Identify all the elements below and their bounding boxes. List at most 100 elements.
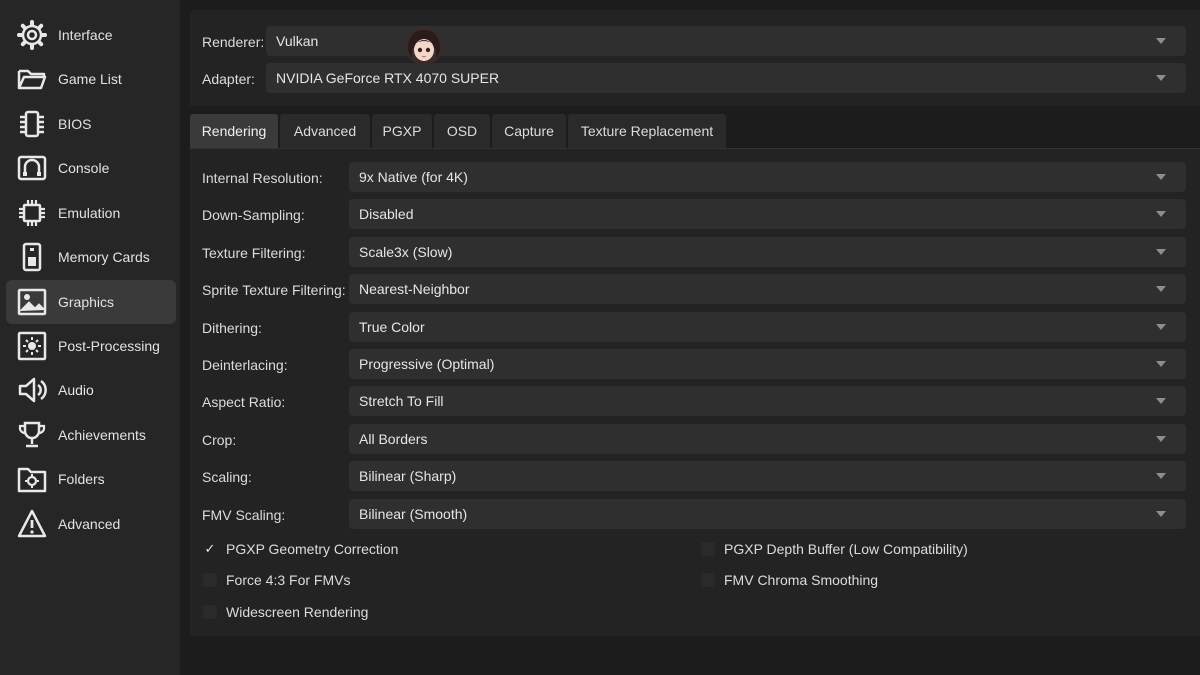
- sidebar-item-label: Emulation: [58, 205, 121, 221]
- tab-advanced[interactable]: Advanced: [280, 114, 370, 148]
- adapter-label: Adapter:: [202, 71, 255, 87]
- folder-gear-icon: [14, 461, 50, 497]
- scaling-value: Bilinear (Sharp): [359, 468, 457, 484]
- checkbox-label: FMV Chroma Smoothing: [724, 572, 879, 588]
- chip-icon: [14, 106, 50, 142]
- image-icon: [14, 284, 50, 320]
- aspect-ratio-select[interactable]: Stretch To Fill: [349, 386, 1186, 416]
- dithering-select[interactable]: True Color: [349, 312, 1186, 342]
- cpu-icon: [14, 195, 50, 231]
- sidebar-item-label: Interface: [58, 27, 113, 43]
- widescreen-rendering-checkbox[interactable]: Widescreen Rendering: [203, 604, 368, 620]
- sidebar-item-label: BIOS: [58, 116, 92, 132]
- sprite-texture-filtering-value: Nearest-Neighbor: [359, 281, 470, 297]
- sidebar-item-label: Graphics: [58, 294, 115, 310]
- crop-value: All Borders: [359, 431, 428, 447]
- deinterlacing-select[interactable]: Progressive (Optimal): [349, 349, 1186, 379]
- anime-avatar-icon: [402, 24, 446, 68]
- tab-pgxp[interactable]: PGXP: [372, 114, 432, 148]
- console-icon: [14, 150, 50, 186]
- sidebar-item-bios[interactable]: BIOS: [6, 102, 176, 146]
- settings-window: Interface Game List BIOS Console Emulati…: [0, 0, 1200, 675]
- chevron-down-icon: [1156, 38, 1166, 44]
- pgxp-geometry-correction-checkbox[interactable]: ✓ PGXP Geometry Correction: [203, 541, 399, 557]
- fmv-scaling-value: Bilinear (Smooth): [359, 506, 468, 522]
- sidebar-item-advanced[interactable]: Advanced: [6, 502, 176, 546]
- sidebar-item-label: Audio: [58, 382, 94, 398]
- sidebar: Interface Game List BIOS Console Emulati…: [0, 0, 180, 675]
- renderer-value: Vulkan: [276, 33, 319, 49]
- memory-card-icon: [14, 239, 50, 275]
- folder-open-icon: [14, 61, 50, 97]
- tab-rendering[interactable]: Rendering: [190, 114, 278, 148]
- checkbox-label: PGXP Geometry Correction: [226, 541, 399, 557]
- checkbox-box: [701, 542, 715, 556]
- dithering-label: Dithering:: [202, 320, 262, 336]
- warning-icon: [14, 506, 50, 542]
- renderer-label: Renderer:: [202, 34, 265, 50]
- rendering-settings-panel: Internal Resolution: 9x Native (for 4K) …: [190, 148, 1200, 636]
- chevron-down-icon: [1156, 286, 1166, 292]
- fmv-chroma-smoothing-checkbox[interactable]: FMV Chroma Smoothing: [701, 572, 878, 588]
- force-4-3-fmvs-checkbox[interactable]: Force 4:3 For FMVs: [203, 572, 350, 588]
- tab-texture-replacement[interactable]: Texture Replacement: [568, 114, 726, 148]
- crop-select[interactable]: All Borders: [349, 424, 1186, 454]
- chevron-down-icon: [1156, 398, 1166, 404]
- texture-filtering-select[interactable]: Scale3x (Slow): [349, 237, 1186, 267]
- dithering-value: True Color: [359, 319, 425, 335]
- aspect-ratio-value: Stretch To Fill: [359, 393, 444, 409]
- chevron-down-icon: [1156, 473, 1166, 479]
- scaling-select[interactable]: Bilinear (Sharp): [349, 461, 1186, 491]
- aspect-ratio-label: Aspect Ratio:: [202, 394, 286, 410]
- chevron-down-icon: [1156, 174, 1166, 180]
- internal-resolution-select[interactable]: 9x Native (for 4K): [349, 162, 1186, 192]
- sidebar-item-console[interactable]: Console: [6, 146, 176, 190]
- sidebar-item-emulation[interactable]: Emulation: [6, 191, 176, 235]
- speaker-icon: [14, 372, 50, 408]
- adapter-select[interactable]: NVIDIA GeForce RTX 4070 SUPER: [266, 63, 1186, 93]
- checkbox-box: [701, 573, 715, 587]
- sidebar-item-interface[interactable]: Interface: [6, 13, 176, 57]
- chevron-down-icon: [1156, 436, 1166, 442]
- checkbox-label: Force 4:3 For FMVs: [226, 572, 351, 588]
- trophy-icon: [14, 417, 50, 453]
- internal-resolution-value: 9x Native (for 4K): [359, 169, 468, 185]
- sidebar-item-folders[interactable]: Folders: [6, 457, 176, 501]
- sidebar-item-memory-cards[interactable]: Memory Cards: [6, 235, 176, 279]
- sidebar-item-label: Advanced: [58, 516, 121, 532]
- sidebar-item-label: Folders: [58, 471, 105, 487]
- chevron-down-icon: [1156, 75, 1166, 81]
- scaling-label: Scaling:: [202, 469, 252, 485]
- chevron-down-icon: [1156, 249, 1166, 255]
- chevron-down-icon: [1156, 511, 1166, 517]
- texture-filtering-label: Texture Filtering:: [202, 245, 306, 261]
- renderer-panel: Renderer: Vulkan Adapter: NVIDIA GeForce…: [190, 10, 1200, 106]
- sidebar-item-post-processing[interactable]: Post-Processing: [6, 324, 176, 368]
- chevron-down-icon: [1156, 324, 1166, 330]
- sidebar-item-audio[interactable]: Audio: [6, 368, 176, 412]
- sidebar-item-label: Game List: [58, 71, 122, 87]
- sun-icon: [14, 328, 50, 364]
- checkmark-icon: ✓: [204, 541, 216, 556]
- internal-resolution-label: Internal Resolution:: [202, 170, 323, 186]
- gear-icon: [14, 17, 50, 53]
- pgxp-depth-buffer-checkbox[interactable]: PGXP Depth Buffer (Low Compatibility): [701, 541, 968, 557]
- fmv-scaling-select[interactable]: Bilinear (Smooth): [349, 499, 1186, 529]
- tab-osd[interactable]: OSD: [434, 114, 490, 148]
- sidebar-item-label: Post-Processing: [58, 338, 160, 354]
- sprite-texture-filtering-select[interactable]: Nearest-Neighbor: [349, 274, 1186, 304]
- sidebar-item-label: Memory Cards: [58, 249, 150, 265]
- renderer-select[interactable]: Vulkan: [266, 26, 1186, 65]
- down-sampling-value: Disabled: [359, 206, 414, 222]
- chevron-down-icon: [1156, 361, 1166, 367]
- sidebar-item-achievements[interactable]: Achievements: [6, 413, 176, 457]
- sprite-texture-filtering-label: Sprite Texture Filtering:: [202, 282, 346, 298]
- tab-capture[interactable]: Capture: [492, 114, 566, 148]
- down-sampling-select[interactable]: Disabled: [349, 199, 1186, 229]
- sidebar-item-graphics[interactable]: Graphics: [6, 280, 176, 324]
- chevron-down-icon: [1156, 211, 1166, 217]
- checkbox-label: PGXP Depth Buffer (Low Compatibility): [724, 541, 968, 557]
- sidebar-item-game-list[interactable]: Game List: [6, 57, 176, 101]
- deinterlacing-value: Progressive (Optimal): [359, 356, 495, 372]
- down-sampling-label: Down-Sampling:: [202, 207, 305, 223]
